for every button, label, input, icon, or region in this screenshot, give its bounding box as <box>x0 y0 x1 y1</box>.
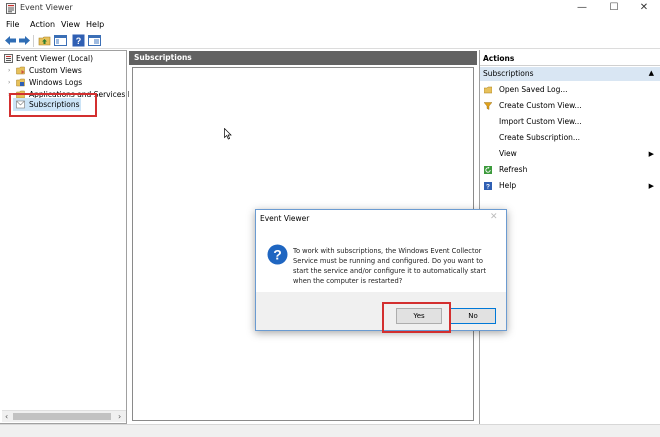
help-icon[interactable]: ? <box>72 34 85 47</box>
scrollbar-thumb[interactable] <box>13 413 111 420</box>
properties-icon[interactable] <box>88 34 101 47</box>
refresh-icon <box>484 166 492 174</box>
event-viewer-app-icon <box>6 3 16 14</box>
maximize-button[interactable]: ☐ <box>598 0 630 17</box>
menu-bar: File Action View Help <box>0 17 660 32</box>
status-bar <box>0 424 660 437</box>
tree-horizontal-scrollbar[interactable]: ‹ › <box>2 410 126 422</box>
svg-text:?: ? <box>273 247 282 263</box>
action-label: Create Custom View... <box>499 101 582 110</box>
action-label: Refresh <box>499 165 528 174</box>
tree-item-label: Event Viewer (Local) <box>16 54 94 63</box>
toolbar-separator <box>33 35 34 47</box>
folder-icon <box>16 66 25 75</box>
mouse-pointer-icon <box>224 128 232 140</box>
collapse-arrow-icon[interactable]: ▲ <box>649 69 654 77</box>
action-create-custom-view[interactable]: Create Custom View... <box>480 98 660 114</box>
action-import-custom-view[interactable]: Import Custom View... <box>480 114 660 130</box>
dialog-title: Event Viewer <box>260 214 310 223</box>
action-label: Import Custom View... <box>499 117 582 126</box>
actions-section-subscriptions[interactable]: Subscriptions ▲ <box>480 67 660 81</box>
show-hide-pane-icon[interactable] <box>54 34 67 47</box>
action-open-saved-log[interactable]: Open Saved Log... <box>480 82 660 98</box>
tree-item-label: Windows Logs <box>29 78 83 87</box>
svg-text:?: ? <box>486 184 490 190</box>
forward-arrow-icon[interactable] <box>18 34 31 47</box>
submenu-arrow-icon: ▶ <box>648 182 654 190</box>
action-label: View <box>499 149 517 158</box>
dialog-close-button[interactable]: ✕ <box>490 212 498 222</box>
highlight-box-yes <box>382 302 451 333</box>
close-window-button[interactable]: ✕ <box>628 0 660 17</box>
question-icon: ? <box>267 244 288 265</box>
tree-item-label: Custom Views <box>29 66 82 75</box>
expand-caret-icon[interactable]: › <box>8 65 14 77</box>
dialog-message: To work with subscriptions, the Windows … <box>293 247 486 285</box>
actions-header: Actions <box>480 52 660 66</box>
highlight-box-subscriptions <box>9 93 97 117</box>
toolbar: ? <box>0 32 660 49</box>
folder-up-icon[interactable] <box>38 34 51 47</box>
back-arrow-icon[interactable] <box>4 34 17 47</box>
menu-file[interactable]: File <box>6 20 19 29</box>
menu-action[interactable]: Action <box>30 20 55 29</box>
svg-text:?: ? <box>76 36 82 46</box>
action-label: Open Saved Log... <box>499 85 568 94</box>
action-label: Help <box>499 181 517 190</box>
filter-icon <box>484 102 492 110</box>
action-label: Create Subscription... <box>499 133 581 142</box>
window-title: Event Viewer <box>20 3 73 12</box>
scroll-left-icon[interactable]: ‹ <box>5 412 8 421</box>
submenu-arrow-icon: ▶ <box>648 150 654 158</box>
no-button[interactable]: No <box>450 308 496 324</box>
scroll-right-icon[interactable]: › <box>118 412 121 421</box>
menu-help[interactable]: Help <box>86 20 104 29</box>
action-refresh[interactable]: Refresh <box>480 162 660 178</box>
minimize-button[interactable]: — <box>566 0 598 17</box>
action-create-subscription[interactable]: Create Subscription... <box>480 130 660 146</box>
action-help[interactable]: ? Help ▶ <box>480 178 660 194</box>
folder-icon <box>16 78 25 87</box>
action-view[interactable]: View ▶ <box>480 146 660 162</box>
title-bar: Event Viewer — ☐ ✕ <box>0 0 660 17</box>
actions-section-label: Subscriptions <box>483 69 534 78</box>
folder-open-icon <box>484 86 492 94</box>
menu-view[interactable]: View <box>61 20 80 29</box>
expand-caret-icon[interactable]: › <box>8 77 14 89</box>
center-pane-header: Subscriptions <box>129 51 477 65</box>
event-viewer-icon <box>4 54 13 63</box>
help-icon: ? <box>484 182 492 190</box>
